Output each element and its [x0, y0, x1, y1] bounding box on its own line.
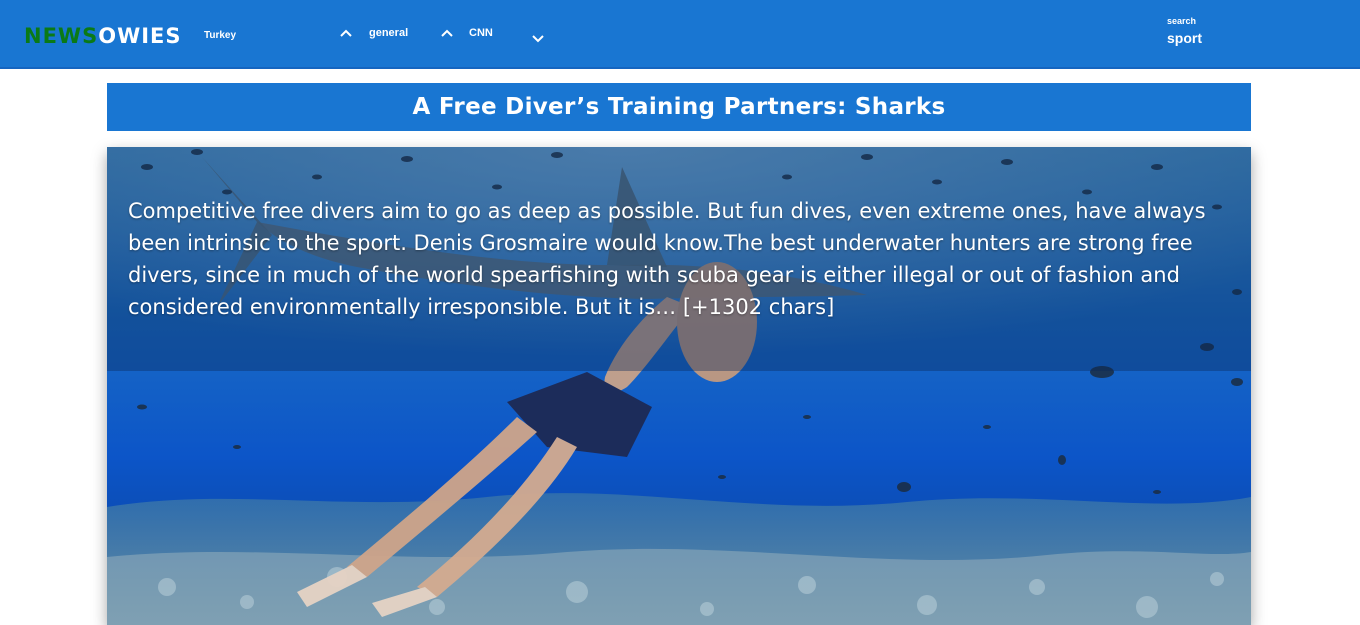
article-card[interactable]: Competitive free divers aim to go as dee… — [107, 147, 1251, 625]
search-query[interactable]: sport — [1167, 29, 1202, 47]
category-dropdown-value[interactable]: general — [369, 27, 408, 39]
country-label[interactable]: Turkey — [204, 30, 236, 41]
article-title[interactable]: A Free Diver’s Training Partners: Sharks — [107, 83, 1251, 131]
article-description: Competitive free divers aim to go as dee… — [128, 199, 1206, 319]
category-dropdown[interactable]: general — [340, 27, 408, 39]
brand-logo[interactable]: NEWSOWIES — [24, 22, 182, 50]
search-area[interactable]: search sport — [1167, 15, 1202, 47]
top-navbar: NEWSOWIES Turkey general CNN search spor… — [0, 0, 1360, 69]
source-dropdown[interactable]: CNN — [441, 27, 493, 39]
brand-logo-news: NEWS — [24, 24, 99, 48]
search-label: search — [1167, 16, 1197, 26]
source-dropdown-value[interactable]: CNN — [469, 27, 493, 39]
brand-logo-owies: OWIES — [98, 24, 182, 48]
chevron-up-icon[interactable] — [340, 29, 352, 37]
chevron-down-icon[interactable] — [532, 30, 544, 48]
chevron-up-icon[interactable] — [441, 29, 453, 37]
